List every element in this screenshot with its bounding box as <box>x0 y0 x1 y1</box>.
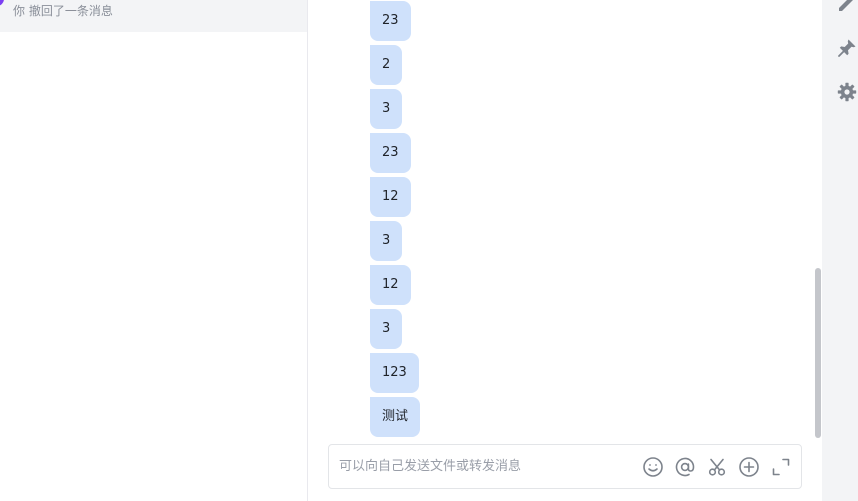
app-window: 你 撤回了一条消息 23 2 3 23 12 3 12 3 123 测试 <box>0 0 858 501</box>
chat-area: 23 2 3 23 12 3 12 3 123 测试 <box>308 0 822 501</box>
avatar <box>0 0 4 6</box>
conversation-list: 你 撤回了一条消息 <box>0 0 308 501</box>
message-bubble[interactable]: 123 <box>370 353 419 393</box>
gear-icon[interactable] <box>836 81 858 103</box>
mention-icon[interactable] <box>674 456 696 478</box>
message-bubble[interactable]: 23 <box>370 1 411 41</box>
message-bubble[interactable]: 测试 <box>370 397 421 437</box>
edit-icon[interactable] <box>836 0 858 13</box>
add-circle-icon[interactable] <box>738 456 760 478</box>
message-composer <box>328 444 802 489</box>
message-list-scrollbar[interactable] <box>815 268 821 438</box>
message-list[interactable]: 23 2 3 23 12 3 12 3 123 测试 <box>308 0 822 440</box>
message-bubble[interactable]: 2 <box>370 45 403 85</box>
message-bubble[interactable]: 3 <box>370 309 403 349</box>
message-bubble[interactable]: 23 <box>370 133 411 173</box>
message-input[interactable] <box>339 445 639 488</box>
message-bubble[interactable]: 12 <box>370 177 411 217</box>
emoji-icon[interactable] <box>642 456 664 478</box>
message-bubble[interactable]: 3 <box>370 89 403 129</box>
scissors-icon[interactable] <box>706 456 728 478</box>
message-bubble[interactable]: 3 <box>370 221 403 261</box>
conversation-preview: 你 撤回了一条消息 <box>13 4 113 18</box>
message-bubble[interactable]: 12 <box>370 265 411 305</box>
pin-icon[interactable] <box>836 37 858 59</box>
expand-icon[interactable] <box>770 456 792 478</box>
right-toolbar <box>822 0 858 501</box>
conversation-item[interactable]: 你 撤回了一条消息 <box>0 0 307 32</box>
